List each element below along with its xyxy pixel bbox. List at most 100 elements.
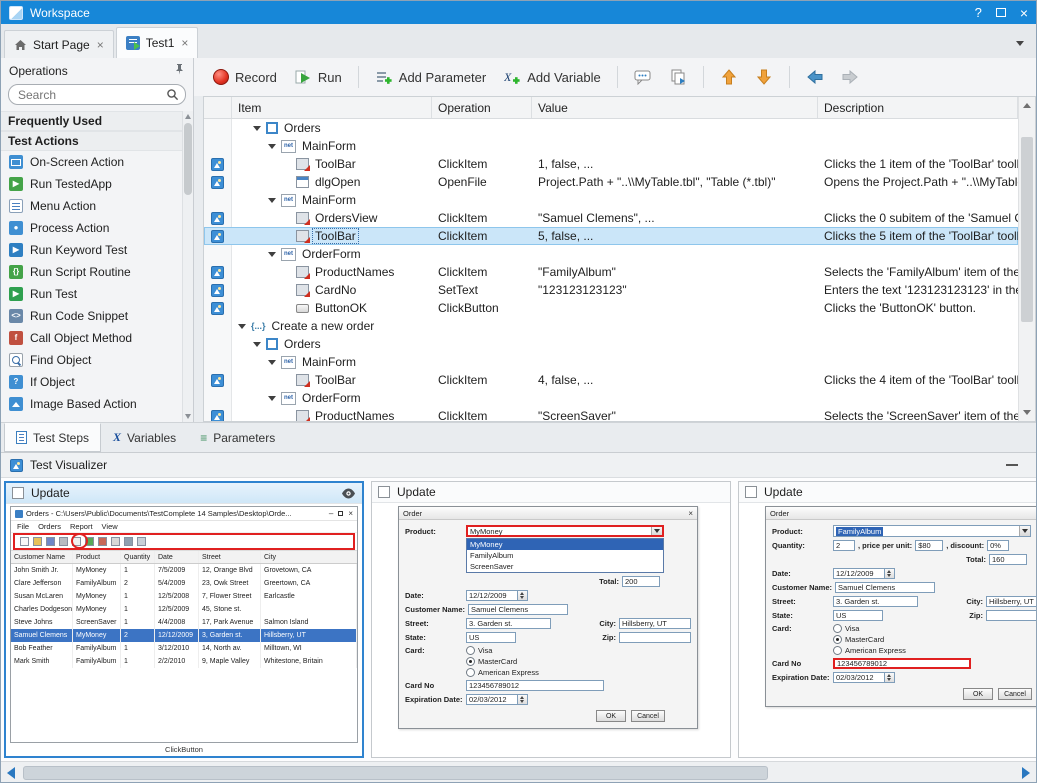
expander-icon[interactable] (268, 252, 276, 257)
step-row[interactable]: OrdersViewClickItem"Samuel Clemens", ...… (204, 209, 1018, 227)
eye-icon[interactable] (341, 488, 356, 499)
step-description-cell (818, 335, 1018, 353)
step-value-cell: 4, false, ... (532, 371, 818, 389)
group-test-actions[interactable]: Test Actions (1, 131, 182, 151)
product-dropdown-list: MyMoneyFamilyAlbumScreenSaver (466, 538, 664, 573)
move-up-button[interactable] (713, 63, 745, 91)
visualizer-frame-2[interactable]: Update Order×Product:MyMoneyMyMoneyFamil… (371, 481, 731, 758)
scrollbar-thumb[interactable] (1021, 137, 1033, 322)
step-row[interactable]: Orders (204, 335, 1018, 353)
step-row[interactable]: ToolBarClickItem5, false, ...Clicks the … (204, 227, 1018, 245)
step-row[interactable]: ButtonOKClickButtonClicks the 'ButtonOK'… (204, 299, 1018, 317)
operation-item-run-code-snippet[interactable]: <>Run Code Snippet (1, 305, 182, 327)
help-button[interactable]: ? (975, 5, 982, 20)
step-row[interactable]: netOrderForm (204, 245, 1018, 263)
pin-icon[interactable] (174, 63, 185, 78)
column-header-item[interactable]: Item (232, 97, 432, 118)
step-row[interactable]: netMainForm (204, 353, 1018, 371)
column-header-description[interactable]: Description (818, 97, 1018, 118)
quantity-label: Quantity: (772, 541, 830, 550)
maximize-button[interactable] (996, 8, 1006, 17)
expander-icon[interactable] (268, 144, 276, 149)
step-gutter-cell (204, 353, 232, 371)
tab-variables[interactable]: X Variables (101, 423, 188, 452)
step-row[interactable]: ToolBarClickItem1, false, ...Clicks the … (204, 155, 1018, 173)
operation-item-process-action[interactable]: ●Process Action (1, 217, 182, 239)
operations-scrollbar[interactable] (182, 111, 193, 422)
move-down-button[interactable] (748, 63, 780, 91)
column-header-operation[interactable]: Operation (432, 97, 532, 118)
separator (789, 66, 790, 88)
scroll-up-icon[interactable] (185, 114, 191, 119)
add-variable-button[interactable]: X Add Variable (496, 63, 607, 91)
step-row[interactable]: netMainForm (204, 191, 1018, 209)
run-button[interactable]: Run (287, 63, 349, 91)
close-button[interactable]: × (1020, 6, 1028, 20)
tab-list-dropdown-icon[interactable] (1016, 41, 1024, 46)
operation-item-run-testedapp[interactable]: ▶Run TestedApp (1, 173, 182, 195)
operation-item-run-keyword-test[interactable]: ▶Run Keyword Test (1, 239, 182, 261)
step-row[interactable]: dlgOpenOpenFileProject.Path + "..\\MyTab… (204, 173, 1018, 191)
test-steps-table: Item Operation Value Description Ordersn… (203, 96, 1036, 422)
close-tab-icon[interactable]: × (181, 36, 188, 50)
scroll-down-button[interactable] (1019, 404, 1035, 421)
add-parameter-button[interactable]: Add Parameter (368, 63, 493, 91)
operation-item-menu-action[interactable]: Menu Action (1, 195, 182, 217)
scroll-right-button[interactable] (1018, 764, 1034, 782)
operation-item-image-based-action[interactable]: Image Based Action (1, 393, 182, 415)
step-item-cell: dlgOpen (232, 173, 432, 191)
grid-cell: 2 (121, 629, 155, 642)
step-row[interactable]: {...}Create a new order (204, 317, 1018, 335)
expander-icon[interactable] (268, 360, 276, 365)
visualizer-frame-1[interactable]: Update Orders - C:\Users\Public\Document… (4, 481, 364, 758)
minimize-panel-icon[interactable] (1006, 464, 1018, 466)
step-row[interactable]: ProductNamesClickItem"FamilyAlbum"Select… (204, 263, 1018, 281)
expander-icon[interactable] (268, 396, 276, 401)
expander-icon[interactable] (253, 126, 261, 131)
expander-icon[interactable] (268, 198, 276, 203)
net-icon: net (281, 140, 296, 153)
scrollbar-thumb[interactable] (23, 766, 768, 780)
operation-item-call-object-method[interactable]: fCall Object Method (1, 327, 182, 349)
operation-item-find-object[interactable]: Find Object (1, 349, 182, 371)
update-checkbox[interactable] (378, 486, 390, 498)
operation-item-if-object[interactable]: ?If Object (1, 371, 182, 393)
steps-vertical-scrollbar[interactable] (1018, 97, 1035, 421)
scroll-down-icon[interactable] (185, 414, 191, 419)
grid-cell: Milltown, WI (261, 642, 357, 655)
step-row[interactable]: Orders (204, 119, 1018, 137)
visualizer-frame-3[interactable]: Update Order×Product:FamilyAlbumQuantity… (738, 481, 1036, 758)
search-input[interactable] (8, 84, 186, 105)
visualizer-scrollbar[interactable] (1, 761, 1036, 783)
comment-button[interactable] (627, 63, 659, 91)
group-frequently-used[interactable]: Frequently Used (1, 111, 182, 131)
scroll-left-button[interactable] (3, 764, 19, 782)
close-tab-icon[interactable]: × (97, 38, 104, 52)
outdent-button[interactable] (799, 63, 831, 91)
tab-test1[interactable]: Test1 × (116, 27, 199, 58)
record-button[interactable]: Record (206, 64, 284, 90)
operation-item-on-screen-action[interactable]: On-Screen Action (1, 151, 182, 173)
indent-button[interactable] (834, 63, 866, 91)
grid-cell: John Smith Jr. (11, 564, 73, 577)
step-row[interactable]: netOrderForm (204, 389, 1018, 407)
scroll-up-button[interactable] (1019, 97, 1035, 114)
step-row[interactable]: ToolBarClickItem4, false, ...Clicks the … (204, 371, 1018, 389)
grid-cell: 1 (121, 590, 155, 603)
copy-step-button[interactable] (662, 63, 694, 91)
expander-icon[interactable] (238, 324, 246, 329)
step-row[interactable]: netMainForm (204, 137, 1018, 155)
tab-test-steps[interactable]: Test Steps (4, 423, 101, 452)
step-row[interactable]: CardNoSetText"123123123123"Enters the te… (204, 281, 1018, 299)
scrollbar-thumb[interactable] (184, 123, 192, 195)
update-checkbox[interactable] (745, 486, 757, 498)
column-header-value[interactable]: Value (532, 97, 818, 118)
orders-toolbar-icon (124, 537, 133, 546)
operation-item-run-test[interactable]: ▶Run Test (1, 283, 182, 305)
tab-parameters[interactable]: ≡ Parameters (188, 423, 287, 452)
step-row[interactable]: ProductNamesClickItem"ScreenSaver"Select… (204, 407, 1018, 422)
tab-start-page[interactable]: Start Page × (4, 30, 114, 58)
operation-item-run-script-routine[interactable]: {}Run Script Routine (1, 261, 182, 283)
expander-icon[interactable] (253, 342, 261, 347)
update-checkbox[interactable] (12, 487, 24, 499)
